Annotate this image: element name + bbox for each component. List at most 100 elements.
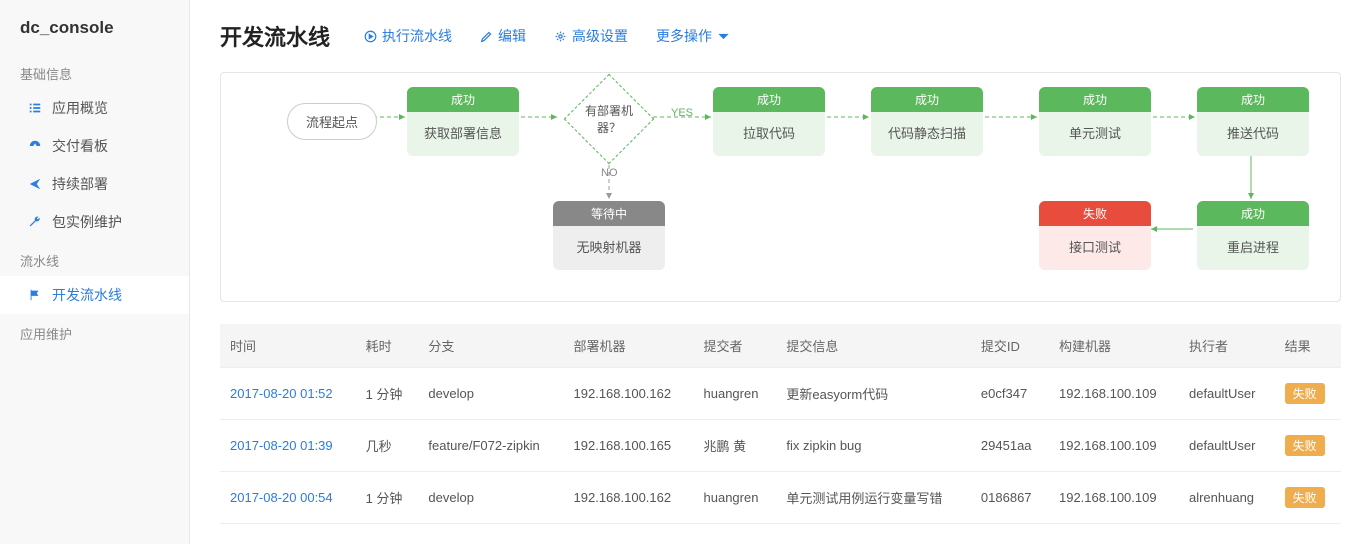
cell-result: 失败 xyxy=(1275,420,1341,472)
cell-result: 失败 xyxy=(1275,368,1341,420)
cell-duration: 1 分钟 xyxy=(356,368,419,420)
th-deploy: 部署机器 xyxy=(564,324,694,368)
th-result: 结果 xyxy=(1275,324,1341,368)
stage-name: 重启进程 xyxy=(1197,226,1309,270)
th-duration: 耗时 xyxy=(356,324,419,368)
stage-status: 成功 xyxy=(407,87,519,112)
run-pipeline-button[interactable]: 执行流水线 xyxy=(364,26,452,46)
dashboard-icon xyxy=(28,139,42,153)
cell-executor: defaultUser xyxy=(1179,420,1275,472)
page-header: 开发流水线 执行流水线 编辑 高级设置 更多操作 xyxy=(220,20,1341,52)
stage-status: 成功 xyxy=(713,87,825,112)
stage-pull[interactable]: 成功拉取代码 xyxy=(713,87,825,156)
sidebar-item-label: 持续部署 xyxy=(52,174,108,194)
gear-icon xyxy=(554,30,567,43)
no-label: NO xyxy=(601,167,618,179)
play-icon xyxy=(364,30,377,43)
stage-name: 代码静态扫描 xyxy=(871,112,983,156)
toolbar: 执行流水线 编辑 高级设置 更多操作 xyxy=(364,26,730,46)
sidebar: dc_console 基础信息应用概览交付看板持续部署包实例维护流水线开发流水线… xyxy=(0,0,190,544)
stage-status: 成功 xyxy=(871,87,983,112)
stage-fetch[interactable]: 成功获取部署信息 xyxy=(407,87,519,156)
cell-builder: 192.168.100.109 xyxy=(1049,472,1179,524)
sidebar-item[interactable]: 开发流水线 xyxy=(0,276,189,314)
cell-commit: 29451aa xyxy=(971,420,1049,472)
sidebar-item[interactable]: 包实例维护 xyxy=(0,203,189,241)
cell-time[interactable]: 2017-08-20 01:39 xyxy=(220,420,356,472)
cell-duration: 1 分钟 xyxy=(356,472,419,524)
stage-push[interactable]: 成功推送代码 xyxy=(1197,87,1309,156)
stage-status: 成功 xyxy=(1039,87,1151,112)
table-row: 2017-08-20 01:39 几秒 feature/F072-zipkin … xyxy=(220,420,1341,472)
sidebar-section-label: 应用维护 xyxy=(0,314,189,349)
page-title: 开发流水线 xyxy=(220,20,330,52)
cell-committer: 兆鹏 黄 xyxy=(694,420,777,472)
stage-name: 拉取代码 xyxy=(713,112,825,156)
cell-time[interactable]: 2017-08-20 00:54 xyxy=(220,472,356,524)
more-label: 更多操作 xyxy=(656,26,712,46)
sidebar-item-label: 交付看板 xyxy=(52,136,108,156)
th-executor: 执行者 xyxy=(1179,324,1275,368)
table-row: 2017-08-20 00:54 1 分钟 develop 192.168.10… xyxy=(220,472,1341,524)
cell-committer: huangren xyxy=(694,472,777,524)
stage-name: 无映射机器 xyxy=(553,226,665,270)
cell-branch: develop xyxy=(418,368,563,420)
main-content: 开发流水线 执行流水线 编辑 高级设置 更多操作 xyxy=(190,0,1371,544)
cell-msg: 单元测试用例运行变量写错 xyxy=(776,472,971,524)
result-badge: 失败 xyxy=(1285,487,1325,508)
cell-executor: alrenhuang xyxy=(1179,472,1275,524)
cell-commit: 0186867 xyxy=(971,472,1049,524)
sidebar-section-label: 流水线 xyxy=(0,241,189,276)
sidebar-item[interactable]: 持续部署 xyxy=(0,165,189,203)
cell-executor: defaultUser xyxy=(1179,368,1275,420)
advanced-button[interactable]: 高级设置 xyxy=(554,26,628,46)
wrench-icon xyxy=(28,215,42,229)
plane-icon xyxy=(28,177,42,191)
stage-status: 等待中 xyxy=(553,201,665,226)
cell-result: 失败 xyxy=(1275,472,1341,524)
start-label: 流程起点 xyxy=(287,103,377,140)
edit-label: 编辑 xyxy=(498,26,526,46)
cell-deploy: 192.168.100.162 xyxy=(564,368,694,420)
advanced-label: 高级设置 xyxy=(572,26,628,46)
stage-unit[interactable]: 成功单元测试 xyxy=(1039,87,1151,156)
edit-button[interactable]: 编辑 xyxy=(480,26,526,46)
stage-status: 成功 xyxy=(1197,201,1309,226)
app-name: dc_console xyxy=(0,18,189,54)
stage-wait[interactable]: 等待中无映射机器 xyxy=(553,201,665,270)
th-branch: 分支 xyxy=(418,324,563,368)
stage-api[interactable]: 失败接口测试 xyxy=(1039,201,1151,270)
stage-status: 成功 xyxy=(1197,87,1309,112)
stage-status: 失败 xyxy=(1039,201,1151,226)
result-badge: 失败 xyxy=(1285,383,1325,404)
th-committer: 提交者 xyxy=(694,324,777,368)
cell-deploy: 192.168.100.162 xyxy=(564,472,694,524)
sidebar-section-label: 基础信息 xyxy=(0,54,189,89)
history-table: 时间耗时分支部署机器提交者提交信息提交ID构建机器执行者结果 2017-08-2… xyxy=(220,324,1341,524)
table-row: 2017-08-20 01:52 1 分钟 develop 192.168.10… xyxy=(220,368,1341,420)
cell-duration: 几秒 xyxy=(356,420,419,472)
sidebar-item[interactable]: 交付看板 xyxy=(0,127,189,165)
cell-branch: develop xyxy=(418,472,563,524)
stage-name: 推送代码 xyxy=(1197,112,1309,156)
result-badge: 失败 xyxy=(1285,435,1325,456)
stage-scan[interactable]: 成功代码静态扫描 xyxy=(871,87,983,156)
run-label: 执行流水线 xyxy=(382,26,452,46)
cell-branch: feature/F072-zipkin xyxy=(418,420,563,472)
cell-deploy: 192.168.100.165 xyxy=(564,420,694,472)
pipeline-diagram: 流程起点 成功获取部署信息 有部署机器？ YES NO 成功拉取代码 成功代码静… xyxy=(220,72,1341,302)
cell-commit: e0cf347 xyxy=(971,368,1049,420)
more-actions-button[interactable]: 更多操作 xyxy=(656,26,730,46)
list-icon xyxy=(28,101,42,115)
stage-name: 获取部署信息 xyxy=(407,112,519,156)
th-time: 时间 xyxy=(220,324,356,368)
stage-restart[interactable]: 成功重启进程 xyxy=(1197,201,1309,270)
sidebar-item[interactable]: 应用概览 xyxy=(0,89,189,127)
caret-down-icon xyxy=(717,30,730,43)
th-commit: 提交ID xyxy=(971,324,1049,368)
stage-name: 单元测试 xyxy=(1039,112,1151,156)
sidebar-item-label: 应用概览 xyxy=(52,98,108,118)
cell-committer: huangren xyxy=(694,368,777,420)
cell-time[interactable]: 2017-08-20 01:52 xyxy=(220,368,356,420)
flag-icon xyxy=(28,288,42,302)
